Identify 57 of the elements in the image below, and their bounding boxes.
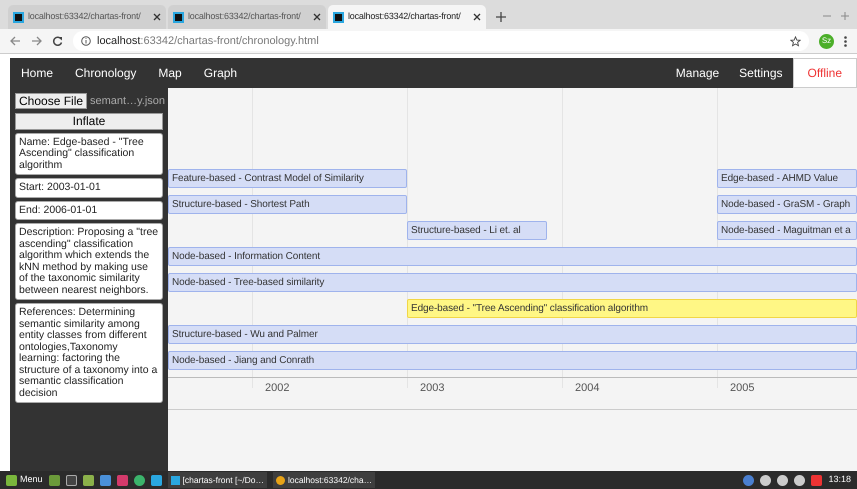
nav-link[interactable]: Map <box>147 58 193 88</box>
timeline-item[interactable]: Node-based - Jiang and Conrath <box>168 351 857 370</box>
reload-icon[interactable] <box>52 36 63 46</box>
taskbar-window[interactable]: [chartas-front [~/Do… <box>168 472 268 488</box>
year-label: 2002 <box>265 381 290 396</box>
detail-text: End: 2006-01-01 <box>15 200 163 220</box>
nav-link[interactable]: Manage <box>666 58 730 88</box>
year-label: 2003 <box>420 381 444 396</box>
offline-status[interactable]: Offline <box>792 58 857 88</box>
nav-link[interactable]: Graph <box>192 58 248 88</box>
maximize-icon[interactable] <box>841 12 849 20</box>
app-icon[interactable] <box>100 474 111 486</box>
tab-title: localhost:63342/chartas-front/ <box>348 10 461 24</box>
timeline-item[interactable]: Feature-based - Contrast Model of Similarity <box>168 169 407 188</box>
file-name: semant…y.json <box>90 94 166 109</box>
new-tab-icon[interactable] <box>496 12 506 22</box>
app-icon[interactable] <box>150 474 162 486</box>
nav-link[interactable]: Chronology <box>64 58 148 88</box>
app-icon[interactable] <box>116 474 128 486</box>
timeline-item[interactable]: Node-based - Information Content <box>168 247 857 266</box>
detail-text: References: Determining semantic similarity among entity classes from different ontologies,Taxonomy learning: factoring the structure of a taxonomy into a semantic classification decision <box>15 303 163 403</box>
info-icon <box>81 36 91 46</box>
url-text: localhost:63342/chartas-front/chronology.html <box>97 34 319 49</box>
browser-tab[interactable]: localhost:63342/chartas-front/ <box>8 5 166 29</box>
back-icon[interactable] <box>10 36 21 46</box>
close-icon[interactable] <box>313 13 321 21</box>
taskbar-window[interactable]: localhost:63342/cha… <box>273 472 376 488</box>
timeline-item[interactable]: Structure-based - Li et. al <box>407 221 546 240</box>
menu-button[interactable]: Menu <box>6 473 43 487</box>
timeline-item[interactable]: Structure-based - Wu and Palmer <box>168 325 857 344</box>
detail-text: Start: 2003-01-01 <box>15 178 163 198</box>
menu-icon[interactable] <box>844 36 847 46</box>
browser-tab[interactable]: localhost:63342/chartas-front/ <box>328 5 486 29</box>
browser-tab[interactable]: localhost:63342/chartas-front/ <box>168 5 326 29</box>
timeline-item[interactable]: Node-based - Tree-based similarity <box>168 273 857 292</box>
inflate-button[interactable]: Inflate <box>15 112 163 130</box>
year-label: 2005 <box>730 381 754 396</box>
star-icon[interactable] <box>790 36 801 46</box>
close-icon[interactable] <box>153 13 161 21</box>
year-label: 2004 <box>575 381 600 396</box>
detail-text: Description: Proposing a "tree ascending" classification algorithm which extends the kNN method by making use of the taxonomic similarity between nearest neighbors. <box>15 223 163 300</box>
app-icon[interactable] <box>134 474 145 486</box>
nav-link[interactable]: Settings <box>729 58 793 88</box>
timeline-item[interactable]: Node-based - Maguitman et a <box>717 221 857 240</box>
forward-icon[interactable] <box>31 36 42 46</box>
clock: 13:18 <box>828 473 851 486</box>
address-field[interactable]: localhost:63342/chartas-front/chronology.html <box>73 31 809 51</box>
timeline-item[interactable]: Structure-based - Shortest Path <box>168 195 407 214</box>
nav-link[interactable]: Home <box>10 58 64 88</box>
timeline-item[interactable]: Node-based - GraSM - Graph <box>717 195 857 214</box>
timeline-item[interactable]: Edge-based - "Tree Ascending" classification algorithm <box>407 299 857 318</box>
timeline-item[interactable]: Edge-based - AHMD Value <box>717 169 857 188</box>
tab-title: localhost:63342/chartas-front/ <box>188 10 301 24</box>
close-icon[interactable] <box>473 13 481 21</box>
tab-title: localhost:63342/chartas-front/ <box>28 10 141 24</box>
choose-file-button[interactable]: Choose File <box>15 93 88 110</box>
detail-text: Name: Edge-based - "Tree Ascending" classification algorithm <box>15 132 163 175</box>
